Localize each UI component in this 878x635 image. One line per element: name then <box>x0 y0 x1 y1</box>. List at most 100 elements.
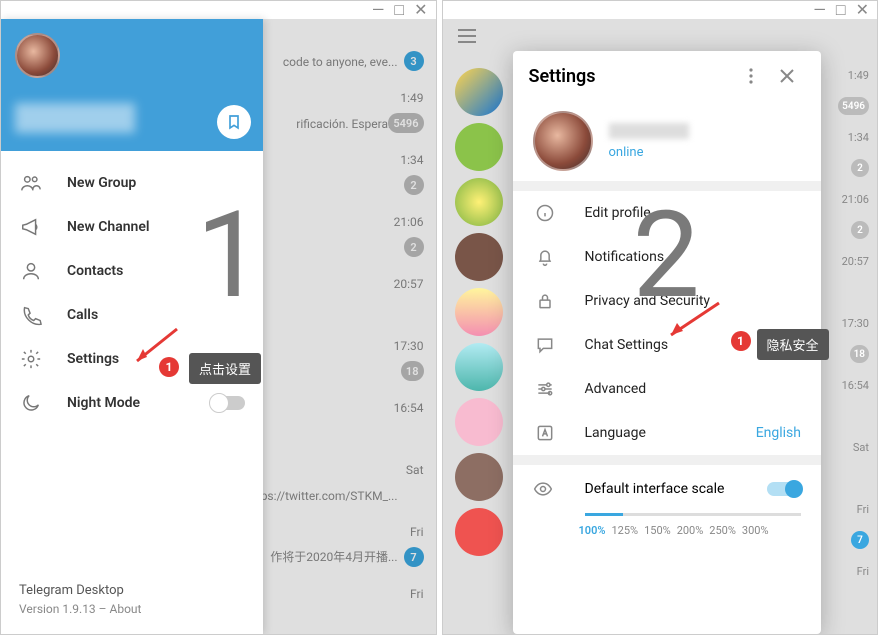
menu-new-channel[interactable]: New Channel <box>1 205 263 249</box>
separator <box>513 455 822 465</box>
menu-label: Settings <box>67 351 119 367</box>
night-mode-toggle[interactable] <box>211 396 245 410</box>
person-icon <box>19 259 43 283</box>
row-label: Privacy and Security <box>585 293 802 309</box>
chat-meta: 20:57 <box>829 247 877 309</box>
chat-avatars-column <box>449 61 509 563</box>
minimize-icon[interactable]: — <box>372 2 385 18</box>
lock-icon <box>533 291 557 311</box>
app-name: Telegram Desktop <box>19 583 245 598</box>
maximize-icon[interactable]: □ <box>394 2 404 18</box>
chat-avatar[interactable] <box>455 178 503 226</box>
main-menu-drawer: New Group New Channel Contacts Calls Set… <box>1 19 263 634</box>
language-icon <box>533 423 557 443</box>
scale-option[interactable]: 100% <box>579 524 606 537</box>
menu-label: New Channel <box>67 219 150 235</box>
interface-scale-section: Default interface scale 100% 125% 150% 200%… <box>513 465 822 557</box>
chat-avatar[interactable] <box>455 343 503 391</box>
app-version[interactable]: Version 1.9.13 – About <box>19 602 245 616</box>
scale-toggle[interactable] <box>767 482 801 496</box>
profile-name <box>609 123 689 139</box>
settings-privacy-security[interactable]: Privacy and Security <box>513 279 822 323</box>
menu-label: New Group <box>67 175 136 191</box>
menu-night-mode[interactable]: Night Mode <box>1 381 263 425</box>
chat-avatar[interactable] <box>455 233 503 281</box>
chat-avatar[interactable] <box>455 68 503 116</box>
settings-dialog: Settings online Edit profile Notificatio… <box>513 51 822 634</box>
scale-slider[interactable] <box>585 513 802 516</box>
chat-meta: Fri7 <box>829 495 877 557</box>
scale-options: 100% 125% 150% 200% 250% 300% <box>579 524 802 537</box>
close-icon[interactable] <box>769 58 805 94</box>
profile-section[interactable]: online <box>513 101 822 191</box>
left-window: — □ ✕ code to anyone, eve...3rificación.… <box>0 0 437 635</box>
moon-icon <box>19 391 43 415</box>
menu-label: Night Mode <box>67 395 140 411</box>
menu-new-group[interactable]: New Group <box>1 161 263 205</box>
menu-contacts[interactable]: Contacts <box>1 249 263 293</box>
right-window: — □ ✕ 1:4954961:34221:06220:5717:301816:… <box>442 0 878 635</box>
settings-header: Settings <box>513 51 822 101</box>
settings-advanced[interactable]: Advanced <box>513 367 822 411</box>
chat-avatar[interactable] <box>455 123 503 171</box>
scale-option[interactable]: 250% <box>709 524 736 537</box>
row-label: Advanced <box>585 381 802 397</box>
username <box>15 103 135 133</box>
row-label: Edit profile <box>585 205 802 221</box>
menu-list: New Group New Channel Contacts Calls Set… <box>1 151 263 571</box>
settings-edit-profile[interactable]: Edit profile <box>513 191 822 235</box>
menu-calls[interactable]: Calls <box>1 293 263 337</box>
settings-notifications[interactable]: Notifications <box>513 235 822 279</box>
row-label: Chat Settings <box>585 337 802 353</box>
window-titlebar: — □ ✕ <box>1 1 436 19</box>
profile-info: online <box>609 123 689 160</box>
scale-option[interactable]: 125% <box>611 524 638 537</box>
megaphone-icon <box>19 215 43 239</box>
chat-meta: 1:342 <box>829 123 877 185</box>
settings-title: Settings <box>529 66 734 87</box>
chat-icon <box>533 335 557 355</box>
info-icon <box>533 203 557 223</box>
window-titlebar: — □ ✕ <box>443 1 878 19</box>
chat-meta: 16:54 <box>829 371 877 433</box>
chat-avatar[interactable] <box>455 453 503 501</box>
menu-label: Contacts <box>67 263 123 279</box>
scale-option[interactable]: 150% <box>644 524 671 537</box>
bell-icon <box>533 247 557 267</box>
chat-avatar[interactable] <box>455 288 503 336</box>
settings-language[interactable]: Language English <box>513 411 822 455</box>
avatar[interactable] <box>15 33 60 78</box>
sliders-icon <box>533 379 557 399</box>
chat-meta: Fri <box>829 557 877 619</box>
chat-avatar[interactable] <box>455 398 503 446</box>
avatar <box>533 111 593 171</box>
gear-icon <box>19 347 43 371</box>
scale-option[interactable]: 200% <box>677 524 704 537</box>
settings-list: Edit profile Notifications Privacy and S… <box>513 191 822 455</box>
saved-messages-button[interactable] <box>217 105 251 139</box>
scale-label: Default interface scale <box>585 481 768 497</box>
more-icon[interactable] <box>733 58 769 94</box>
settings-chat-settings[interactable]: Chat Settings <box>513 323 822 367</box>
chat-meta: 17:3018 <box>829 309 877 371</box>
row-value: English <box>756 425 801 441</box>
chat-meta: 21:062 <box>829 185 877 247</box>
menu-label: Calls <box>67 307 98 323</box>
group-icon <box>19 171 43 195</box>
chat-meta: Sat <box>829 433 877 495</box>
menu-settings[interactable]: Settings <box>1 337 263 381</box>
menu-icon[interactable] <box>457 29 477 43</box>
phone-icon <box>19 303 43 327</box>
minimize-icon[interactable]: — <box>813 2 826 18</box>
chat-avatar[interactable] <box>455 508 503 556</box>
profile-status: online <box>609 145 689 160</box>
close-icon[interactable]: ✕ <box>856 2 869 18</box>
maximize-icon[interactable]: □ <box>836 2 846 18</box>
drawer-header <box>1 19 263 151</box>
chat-times-column: 1:4954961:34221:06220:5717:301816:54SatF… <box>829 61 877 619</box>
close-icon[interactable]: ✕ <box>414 2 427 18</box>
drawer-footer: Telegram Desktop Version 1.9.13 – About <box>1 571 263 634</box>
eye-icon <box>533 479 557 499</box>
row-label: Notifications <box>585 249 802 265</box>
scale-option[interactable]: 300% <box>742 524 769 537</box>
